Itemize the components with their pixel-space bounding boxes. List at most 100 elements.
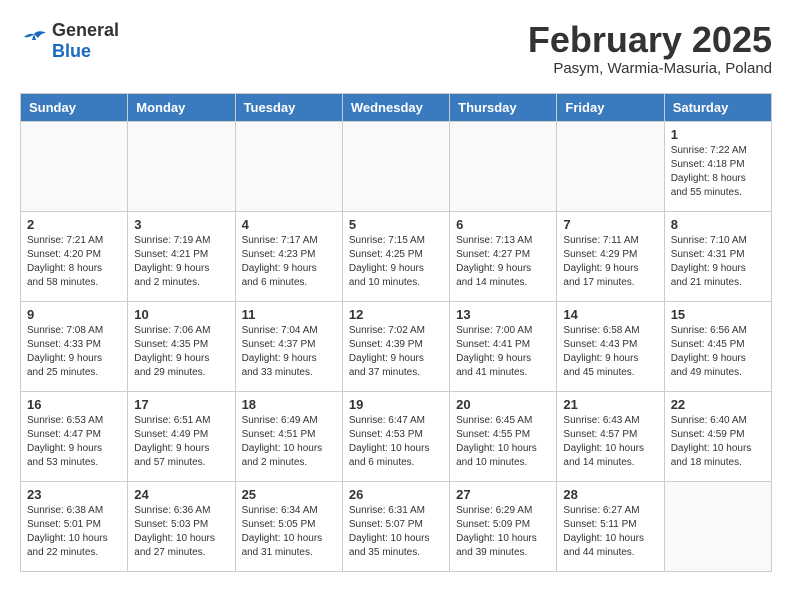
day-number: 11 [242,307,336,322]
calendar-table: SundayMondayTuesdayWednesdayThursdayFrid… [20,93,772,572]
day-info: Sunrise: 6:49 AM Sunset: 4:51 PM Dayligh… [242,414,336,470]
day-info: Sunrise: 7:10 AM Sunset: 4:31 PM Dayligh… [671,234,765,290]
calendar-day-cell: 25Sunrise: 6:34 AM Sunset: 5:05 PM Dayli… [235,481,342,571]
day-number: 2 [27,217,121,232]
weekday-header: Friday [557,93,664,121]
calendar-week-row: 1 Sunrise: 7:22 AM Sunset: 4:18 PM Daylig… [21,121,772,211]
day-info: Sunrise: 6:56 AM Sunset: 4:45 PM Dayligh… [671,324,765,380]
day-number: 16 [27,397,121,412]
day-info: Sunrise: 6:51 AM Sunset: 4:49 PM Dayligh… [134,414,228,470]
day-info: Sunrise: 6:38 AM Sunset: 5:01 PM Dayligh… [27,504,121,560]
day-number: 28 [563,487,657,502]
logo-blue: Blue [52,41,91,61]
day-number: 4 [242,217,336,232]
calendar-day-cell: 1 Sunrise: 7:22 AM Sunset: 4:18 PM Daylig… [664,121,771,211]
calendar-week-row: 16 Sunrise: 6:53 AM Sunset: 4:47 PM Dayli… [21,391,772,481]
day-info: Sunrise: 7:22 AM Sunset: 4:18 PM Dayligh… [671,144,765,200]
calendar-day-cell [128,121,235,211]
calendar-day-cell: 8 Sunrise: 7:10 AM Sunset: 4:31 PM Daylig… [664,211,771,301]
day-number: 8 [671,217,765,232]
day-number: 3 [134,217,228,232]
calendar-day-cell: 4 Sunrise: 7:17 AM Sunset: 4:23 PM Daylig… [235,211,342,301]
day-info: Sunrise: 7:11 AM Sunset: 4:29 PM Dayligh… [563,234,657,290]
day-info: Sunrise: 7:00 AM Sunset: 4:41 PM Dayligh… [456,324,550,380]
day-info: Sunrise: 7:06 AM Sunset: 4:35 PM Dayligh… [134,324,228,380]
day-info: Sunrise: 7:04 AM Sunset: 4:37 PM Dayligh… [242,324,336,380]
calendar-day-cell: 18 Sunrise: 6:49 AM Sunset: 4:51 PM Dayli… [235,391,342,481]
calendar-day-cell [342,121,449,211]
calendar-day-cell: 15 Sunrise: 6:56 AM Sunset: 4:45 PM Dayli… [664,301,771,391]
calendar-day-cell: 10 Sunrise: 7:06 AM Sunset: 4:35 PM Dayli… [128,301,235,391]
day-info: Sunrise: 6:45 AM Sunset: 4:55 PM Dayligh… [456,414,550,470]
day-info: Sunrise: 7:21 AM Sunset: 4:20 PM Dayligh… [27,234,121,290]
day-number: 18 [242,397,336,412]
calendar-week-row: 23 Sunrise: 6:38 AM Sunset: 5:01 PM Dayli… [21,481,772,571]
calendar-day-cell: 20 Sunrise: 6:45 AM Sunset: 4:55 PM Dayli… [450,391,557,481]
day-number: 24 [134,487,228,502]
day-number: 17 [134,397,228,412]
calendar-day-cell: 13 Sunrise: 7:00 AM Sunset: 4:41 PM Dayli… [450,301,557,391]
day-info: Sunrise: 7:02 AM Sunset: 4:39 PM Dayligh… [349,324,443,380]
day-number: 13 [456,307,550,322]
calendar-day-cell: 17 Sunrise: 6:51 AM Sunset: 4:49 PM Dayli… [128,391,235,481]
calendar-day-cell: 28 Sunrise: 6:27 AM Sunset: 5:11 PM Dayli… [557,481,664,571]
day-number: 6 [456,217,550,232]
day-info: Sunrise: 6:29 AM Sunset: 5:09 PM Dayligh… [456,504,550,560]
calendar-day-cell: 22Sunrise: 6:40 AM Sunset: 4:59 PM Dayli… [664,391,771,481]
calendar-day-cell: 24Sunrise: 6:36 AM Sunset: 5:03 PM Dayli… [128,481,235,571]
calendar-day-cell: 9 Sunrise: 7:08 AM Sunset: 4:33 PM Daylig… [21,301,128,391]
day-number: 9 [27,307,121,322]
calendar-day-cell [557,121,664,211]
day-info: Sunrise: 6:43 AM Sunset: 4:57 PM Dayligh… [563,414,657,470]
calendar-day-cell [21,121,128,211]
calendar-day-cell: 3 Sunrise: 7:19 AM Sunset: 4:21 PM Daylig… [128,211,235,301]
calendar-day-cell [664,481,771,571]
day-number: 14 [563,307,657,322]
weekday-header: Wednesday [342,93,449,121]
day-number: 1 [671,127,765,142]
day-number: 26 [349,487,443,502]
logo-text: General Blue [52,20,119,62]
day-info: Sunrise: 6:47 AM Sunset: 4:53 PM Dayligh… [349,414,443,470]
day-info: Sunrise: 6:53 AM Sunset: 4:47 PM Dayligh… [27,414,121,470]
weekday-header: Tuesday [235,93,342,121]
day-number: 7 [563,217,657,232]
day-info: Sunrise: 6:31 AM Sunset: 5:07 PM Dayligh… [349,504,443,560]
weekday-header: Saturday [664,93,771,121]
weekday-header: Sunday [21,93,128,121]
day-number: 10 [134,307,228,322]
day-number: 27 [456,487,550,502]
day-info: Sunrise: 7:19 AM Sunset: 4:21 PM Dayligh… [134,234,228,290]
calendar-day-cell: 14Sunrise: 6:58 AM Sunset: 4:43 PM Dayli… [557,301,664,391]
day-number: 15 [671,307,765,322]
calendar-day-cell: 16 Sunrise: 6:53 AM Sunset: 4:47 PM Dayli… [21,391,128,481]
day-number: 5 [349,217,443,232]
day-info: Sunrise: 6:40 AM Sunset: 4:59 PM Dayligh… [671,414,765,470]
calendar-day-cell: 27 Sunrise: 6:29 AM Sunset: 5:09 PM Dayli… [450,481,557,571]
day-info: Sunrise: 7:17 AM Sunset: 4:23 PM Dayligh… [242,234,336,290]
day-number: 12 [349,307,443,322]
calendar-day-cell [450,121,557,211]
day-number: 23 [27,487,121,502]
calendar-week-row: 9 Sunrise: 7:08 AM Sunset: 4:33 PM Daylig… [21,301,772,391]
day-number: 20 [456,397,550,412]
calendar-day-cell: 5 Sunrise: 7:15 AM Sunset: 4:25 PM Daylig… [342,211,449,301]
calendar-day-cell [235,121,342,211]
day-info: Sunrise: 6:27 AM Sunset: 5:11 PM Dayligh… [563,504,657,560]
weekday-header: Thursday [450,93,557,121]
title-section: February 2025 Pasym, Warmia-Masuria, Pol… [528,20,772,77]
day-number: 19 [349,397,443,412]
header: General Blue February 2025 Pasym, Warmia… [20,20,772,77]
month-year-title: February 2025 [528,20,772,60]
calendar-day-cell: 6 Sunrise: 7:13 AM Sunset: 4:27 PM Daylig… [450,211,557,301]
logo-bird-icon [20,30,48,52]
day-info: Sunrise: 7:08 AM Sunset: 4:33 PM Dayligh… [27,324,121,380]
day-info: Sunrise: 7:13 AM Sunset: 4:27 PM Dayligh… [456,234,550,290]
calendar-header-row: SundayMondayTuesdayWednesdayThursdayFrid… [21,93,772,121]
calendar-day-cell: 19 Sunrise: 6:47 AM Sunset: 4:53 PM Dayli… [342,391,449,481]
logo: General Blue [20,20,119,62]
day-info: Sunrise: 7:15 AM Sunset: 4:25 PM Dayligh… [349,234,443,290]
calendar-day-cell: 21Sunrise: 6:43 AM Sunset: 4:57 PM Dayli… [557,391,664,481]
calendar-week-row: 2 Sunrise: 7:21 AM Sunset: 4:20 PM Daylig… [21,211,772,301]
calendar-day-cell: 26 Sunrise: 6:31 AM Sunset: 5:07 PM Dayli… [342,481,449,571]
